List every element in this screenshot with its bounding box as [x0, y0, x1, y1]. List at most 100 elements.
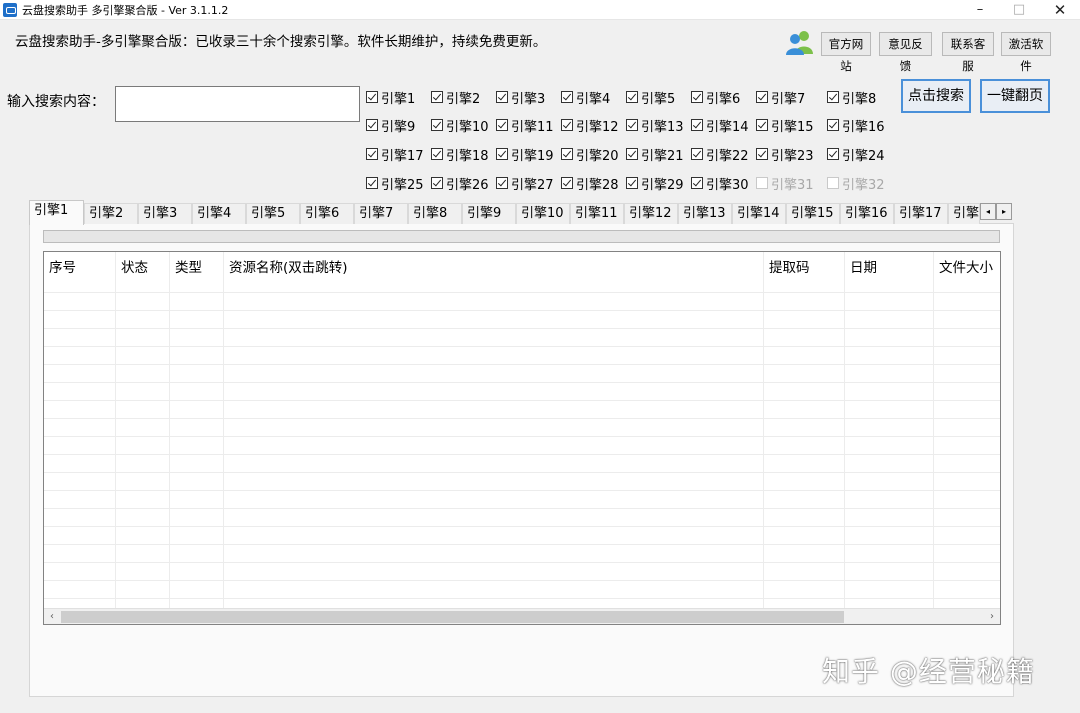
checked-checkbox-icon[interactable] [756, 91, 768, 103]
engine-checkbox-22[interactable]: 引擎22 [691, 144, 749, 164]
tab-engine-4[interactable]: 引擎4 [192, 203, 246, 224]
tab-engine-10[interactable]: 引擎10 [516, 203, 570, 224]
page-turn-button[interactable]: 一键翻页 [980, 79, 1050, 113]
checked-checkbox-icon[interactable] [431, 119, 443, 131]
checked-checkbox-icon[interactable] [827, 119, 839, 131]
contact-support-button[interactable]: 联系客服 [942, 32, 994, 73]
tab-engine-9[interactable]: 引擎9 [462, 203, 516, 224]
scroll-right-arrow[interactable]: › [984, 609, 1000, 624]
engine-checkbox-18[interactable]: 引擎18 [431, 144, 489, 164]
close-button[interactable]: ✕ [1040, 0, 1080, 20]
engine-checkbox-1[interactable]: 引擎1 [366, 87, 415, 107]
checked-checkbox-icon[interactable] [691, 177, 703, 189]
engine-checkbox-31[interactable]: 引擎31 [756, 173, 814, 193]
col-extract-code-header[interactable]: 提取码 [764, 256, 810, 276]
checked-checkbox-icon[interactable] [431, 177, 443, 189]
tab-engine-11[interactable]: 引擎11 [570, 203, 624, 224]
checked-checkbox-icon[interactable] [756, 148, 768, 160]
engine-checkbox-16[interactable]: 引擎16 [827, 115, 885, 135]
tab-engine-6[interactable]: 引擎6 [300, 203, 354, 224]
tab-engine-2[interactable]: 引擎2 [84, 203, 138, 224]
search-button[interactable]: 点击搜索 [901, 79, 971, 113]
engine-checkbox-27[interactable]: 引擎27 [496, 173, 554, 193]
engine-checkbox-3[interactable]: 引擎3 [496, 87, 545, 107]
maximize-button[interactable]: □ [999, 0, 1039, 20]
checked-checkbox-icon[interactable] [561, 119, 573, 131]
tab-engine-18[interactable]: 引擎18 [948, 203, 980, 224]
tab-engine-8[interactable]: 引擎8 [408, 203, 462, 224]
engine-checkbox-26[interactable]: 引擎26 [431, 173, 489, 193]
col-file-size-header[interactable]: 文件大小 [934, 256, 993, 276]
tab-engine-14[interactable]: 引擎14 [732, 203, 786, 224]
minimize-button[interactable]: – [960, 0, 1000, 20]
engine-checkbox-8[interactable]: 引擎8 [827, 87, 876, 107]
tab-engine-7[interactable]: 引擎7 [354, 203, 408, 224]
checked-checkbox-icon[interactable] [366, 148, 378, 160]
tab-engine-12[interactable]: 引擎12 [624, 203, 678, 224]
checked-checkbox-icon[interactable] [691, 148, 703, 160]
feedback-button[interactable]: 意见反馈 [879, 32, 932, 73]
engine-checkbox-10[interactable]: 引擎10 [431, 115, 489, 135]
engine-checkbox-2[interactable]: 引擎2 [431, 87, 480, 107]
checked-checkbox-icon[interactable] [496, 91, 508, 103]
col-status-header[interactable]: 状态 [116, 256, 148, 276]
tab-engine-1[interactable]: 引擎1 [29, 200, 84, 225]
tab-engine-5[interactable]: 引擎5 [246, 203, 300, 224]
checked-checkbox-icon[interactable] [366, 91, 378, 103]
checked-checkbox-icon[interactable] [827, 91, 839, 103]
checked-checkbox-icon[interactable] [691, 119, 703, 131]
engine-checkbox-25[interactable]: 引擎25 [366, 173, 424, 193]
tab-engine-17[interactable]: 引擎17 [894, 203, 948, 224]
engine-checkbox-6[interactable]: 引擎6 [691, 87, 740, 107]
horizontal-scrollbar[interactable]: ‹ › [44, 608, 1000, 624]
engine-checkbox-17[interactable]: 引擎17 [366, 144, 424, 164]
engine-checkbox-23[interactable]: 引擎23 [756, 144, 814, 164]
unchecked-checkbox-icon[interactable] [827, 177, 839, 189]
checked-checkbox-icon[interactable] [496, 177, 508, 189]
search-input[interactable] [115, 86, 360, 122]
engine-checkbox-30[interactable]: 引擎30 [691, 173, 749, 193]
engine-checkbox-21[interactable]: 引擎21 [626, 144, 684, 164]
checked-checkbox-icon[interactable] [431, 148, 443, 160]
results-table[interactable]: 序号 状态 类型 资源名称(双击跳转) 提取码 日期 文件大小 ‹ › [43, 251, 1001, 625]
checked-checkbox-icon[interactable] [561, 91, 573, 103]
engine-checkbox-4[interactable]: 引擎4 [561, 87, 610, 107]
engine-checkbox-28[interactable]: 引擎28 [561, 173, 619, 193]
tab-engine-13[interactable]: 引擎13 [678, 203, 732, 224]
checked-checkbox-icon[interactable] [496, 148, 508, 160]
checked-checkbox-icon[interactable] [561, 148, 573, 160]
col-type-header[interactable]: 类型 [170, 256, 202, 276]
engine-checkbox-20[interactable]: 引擎20 [561, 144, 619, 164]
engine-checkbox-19[interactable]: 引擎19 [496, 144, 554, 164]
engine-checkbox-5[interactable]: 引擎5 [626, 87, 675, 107]
engine-checkbox-7[interactable]: 引擎7 [756, 87, 805, 107]
engine-checkbox-13[interactable]: 引擎13 [626, 115, 684, 135]
engine-checkbox-12[interactable]: 引擎12 [561, 115, 619, 135]
tab-scroll-left-button[interactable]: ◂ [980, 203, 996, 220]
engine-checkbox-11[interactable]: 引擎11 [496, 115, 554, 135]
col-index-header[interactable]: 序号 [44, 256, 76, 276]
checked-checkbox-icon[interactable] [827, 148, 839, 160]
checked-checkbox-icon[interactable] [626, 148, 638, 160]
checked-checkbox-icon[interactable] [366, 119, 378, 131]
scroll-left-arrow[interactable]: ‹ [44, 609, 60, 624]
official-site-button[interactable]: 官方网站 [821, 32, 871, 73]
tab-scroll-right-button[interactable]: ▸ [996, 203, 1012, 220]
checked-checkbox-icon[interactable] [366, 177, 378, 189]
col-resource-name-header[interactable]: 资源名称(双击跳转) [224, 256, 348, 276]
checked-checkbox-icon[interactable] [626, 177, 638, 189]
engine-checkbox-14[interactable]: 引擎14 [691, 115, 749, 135]
scroll-thumb[interactable] [61, 611, 844, 623]
engine-checkbox-24[interactable]: 引擎24 [827, 144, 885, 164]
checked-checkbox-icon[interactable] [496, 119, 508, 131]
checked-checkbox-icon[interactable] [756, 119, 768, 131]
tab-engine-15[interactable]: 引擎15 [786, 203, 840, 224]
checked-checkbox-icon[interactable] [431, 91, 443, 103]
checked-checkbox-icon[interactable] [691, 91, 703, 103]
engine-checkbox-29[interactable]: 引擎29 [626, 173, 684, 193]
engine-checkbox-15[interactable]: 引擎15 [756, 115, 814, 135]
checked-checkbox-icon[interactable] [626, 119, 638, 131]
tab-engine-16[interactable]: 引擎16 [840, 203, 894, 224]
tab-engine-3[interactable]: 引擎3 [138, 203, 192, 224]
col-date-header[interactable]: 日期 [845, 256, 877, 276]
